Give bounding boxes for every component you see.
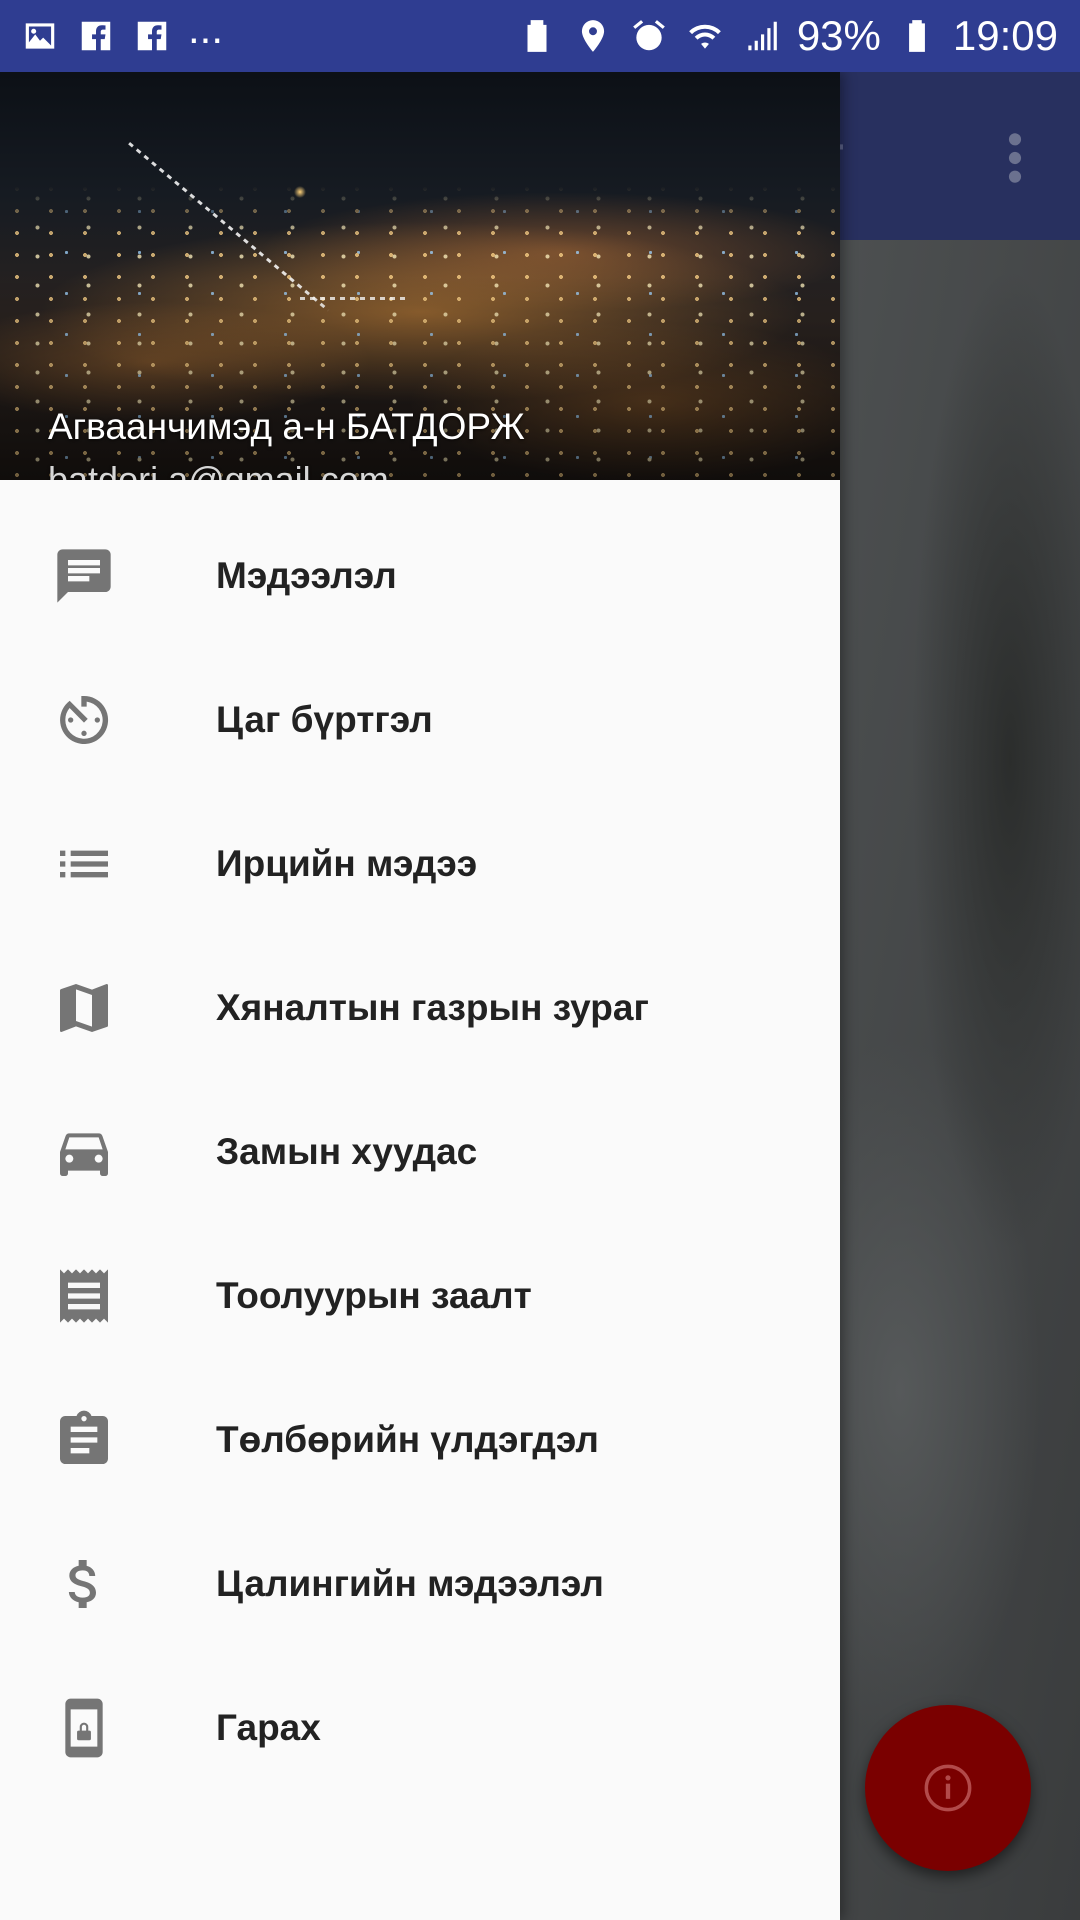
battery-percentage: 93% bbox=[796, 12, 881, 59]
wifi-icon bbox=[685, 16, 725, 56]
menu-item-label: Замын хуудас bbox=[216, 1131, 478, 1172]
menu-item-label: Цаг бүртгэл bbox=[216, 699, 433, 740]
car-icon bbox=[50, 1118, 118, 1186]
timer-icon bbox=[50, 686, 118, 754]
menu-item-salary-info[interactable]: Цалингийн мэдээлэл bbox=[0, 1512, 840, 1656]
info-fab-button[interactable] bbox=[865, 1705, 1031, 1871]
gallery-icon bbox=[20, 16, 60, 56]
menu-item-label: Цалингийн мэдээлэл bbox=[216, 1563, 604, 1604]
menu-item-meter-reading[interactable]: Тоолуурын заалт bbox=[0, 1224, 840, 1368]
menu-item-label: Төлбөрийн үлдэгдэл bbox=[216, 1419, 599, 1460]
menu-item-payment-balance[interactable]: Төлбөрийн үлдэгдэл bbox=[0, 1368, 840, 1512]
recycle-icon bbox=[517, 16, 557, 56]
facebook-icon bbox=[132, 16, 172, 56]
status-bar: ... 93% 19:09 bbox=[0, 0, 1080, 72]
status-bar-system: 93% 19:09 bbox=[517, 12, 1058, 60]
more-vert-icon[interactable] bbox=[1000, 130, 1030, 186]
menu-item-label: Ирцийн мэдээ bbox=[216, 843, 478, 884]
dollar-icon bbox=[50, 1550, 118, 1618]
facebook-icon bbox=[76, 16, 116, 56]
navigation-drawer: Агваанчимэд а-н БАТДОРЖ batdorj.a@gmail.… bbox=[0, 72, 840, 1920]
menu-item-label: Гарах bbox=[216, 1707, 321, 1748]
map-icon bbox=[50, 974, 118, 1042]
user-email: batdorj.a@gmail.com bbox=[48, 459, 389, 480]
menu-item-time-registration[interactable]: Цаг бүртгэл bbox=[0, 648, 840, 792]
menu-item-waybill[interactable]: Замын хуудас bbox=[0, 1080, 840, 1224]
battery-icon bbox=[897, 16, 937, 56]
drawer-header: Агваанчимэд а-н БАТДОРЖ batdorj.a@gmail.… bbox=[0, 72, 840, 480]
signal-icon bbox=[741, 16, 781, 56]
location-icon bbox=[573, 16, 613, 56]
menu-item-info[interactable]: Мэдээлэл bbox=[0, 504, 840, 648]
info-icon bbox=[924, 1764, 972, 1812]
menu-item-attendance[interactable]: Ирцийн мэдээ bbox=[0, 792, 840, 936]
clipboard-icon bbox=[50, 1406, 118, 1474]
alarm-icon bbox=[629, 16, 669, 56]
menu-item-control-map[interactable]: Хяналтын газрын зураг bbox=[0, 936, 840, 1080]
user-name: Агваанчимэд а-н БАТДОРЖ bbox=[48, 406, 525, 447]
list-icon bbox=[50, 830, 118, 898]
menu-item-label: Хяналтын газрын зураг bbox=[216, 987, 649, 1028]
message-icon bbox=[50, 542, 118, 610]
menu-item-logout[interactable]: Гарах bbox=[0, 1656, 840, 1800]
menu-item-label: Мэдээлэл bbox=[216, 555, 397, 596]
status-bar-notifications: ... bbox=[20, 8, 223, 56]
receipt-icon bbox=[50, 1262, 118, 1330]
drawer-menu: Мэдээлэл Цаг бүртгэл Ирцийн мэдээ Хяналт… bbox=[0, 480, 840, 1800]
more-notifications-indicator: ... bbox=[188, 5, 224, 52]
menu-item-label: Тоолуурын заалт bbox=[216, 1275, 532, 1316]
phone-lock-icon bbox=[50, 1694, 118, 1762]
clock: 19:09 bbox=[952, 12, 1058, 59]
